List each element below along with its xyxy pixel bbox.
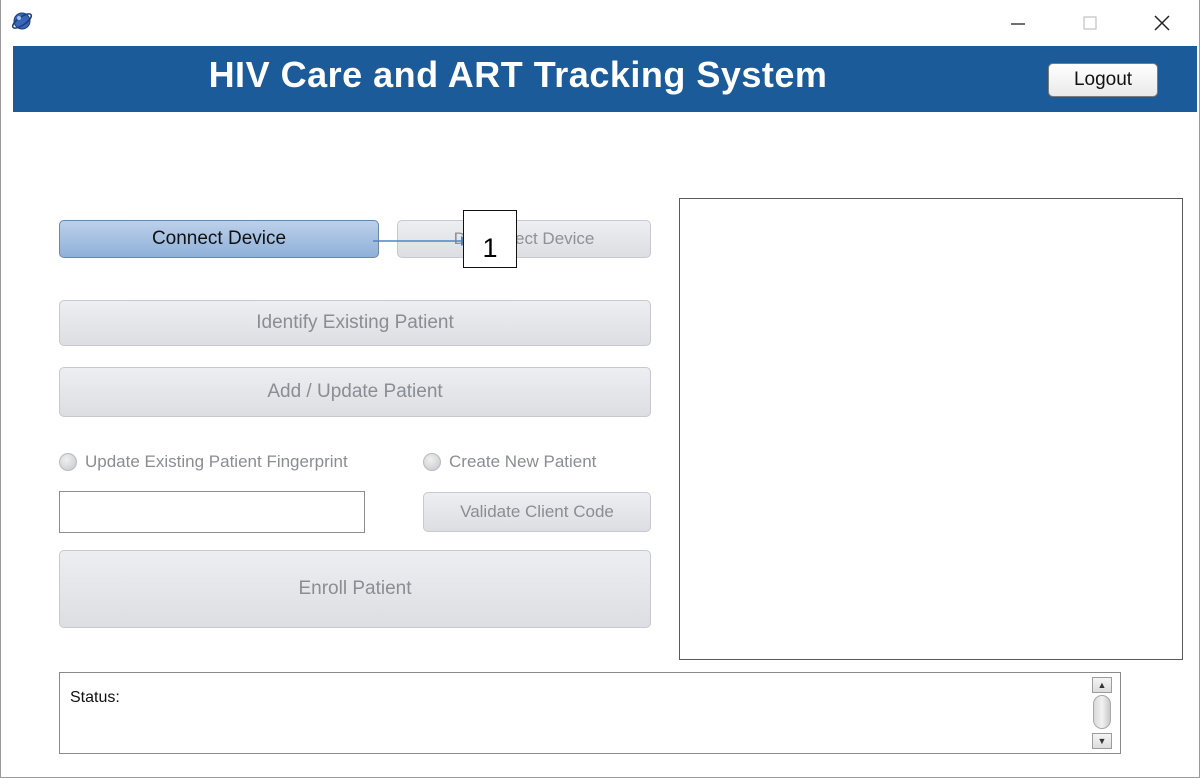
- validate-client-code-button[interactable]: Validate Client Code: [423, 492, 651, 532]
- maximize-button[interactable]: [1067, 6, 1113, 40]
- minimize-icon: [1011, 23, 1025, 25]
- minimize-button[interactable]: [995, 6, 1041, 40]
- fingerprint-image-panel: [679, 198, 1183, 660]
- add-update-patient-button[interactable]: Add / Update Patient: [59, 367, 651, 417]
- status-textarea[interactable]: Status: ▲ ▼: [59, 672, 1121, 754]
- status-scrollbar[interactable]: ▲ ▼: [1092, 677, 1112, 749]
- scroll-thumb[interactable]: [1093, 695, 1111, 729]
- app-window: HIV Care and ART Tracking System Logout …: [0, 0, 1200, 778]
- enroll-patient-button[interactable]: Enroll Patient: [59, 550, 651, 628]
- maximize-icon: [1083, 16, 1097, 30]
- arrow-up-icon: ▲: [1097, 680, 1107, 690]
- close-icon: [1154, 15, 1170, 31]
- logout-button[interactable]: Logout: [1048, 63, 1158, 97]
- identify-existing-patient-button[interactable]: Identify Existing Patient: [59, 300, 651, 346]
- radio-button-icon[interactable]: [423, 453, 441, 471]
- annotation-arrow: [373, 236, 471, 246]
- radio-create-new-patient[interactable]: Create New Patient: [423, 450, 596, 474]
- page-title: HIV Care and ART Tracking System: [208, 54, 828, 95]
- radio-update-fingerprint-label: Update Existing Patient Fingerprint: [85, 452, 348, 471]
- scroll-down-button[interactable]: ▼: [1092, 733, 1112, 749]
- window-titlebar: [1, 0, 1199, 44]
- annotation-callout: 1: [463, 210, 517, 268]
- app-header: HIV Care and ART Tracking System Logout: [13, 46, 1197, 112]
- connect-device-button[interactable]: Connect Device: [59, 220, 379, 258]
- close-button[interactable]: [1139, 6, 1185, 40]
- scroll-up-button[interactable]: ▲: [1092, 677, 1112, 693]
- app-globe-icon: [11, 12, 33, 30]
- radio-button-icon[interactable]: [59, 453, 77, 471]
- client-code-input[interactable]: [59, 491, 365, 533]
- radio-create-new-patient-label: Create New Patient: [449, 452, 597, 471]
- status-label: Status:: [70, 689, 120, 706]
- arrow-down-icon: ▼: [1097, 736, 1107, 746]
- radio-update-fingerprint[interactable]: Update Existing Patient Fingerprint: [59, 450, 348, 474]
